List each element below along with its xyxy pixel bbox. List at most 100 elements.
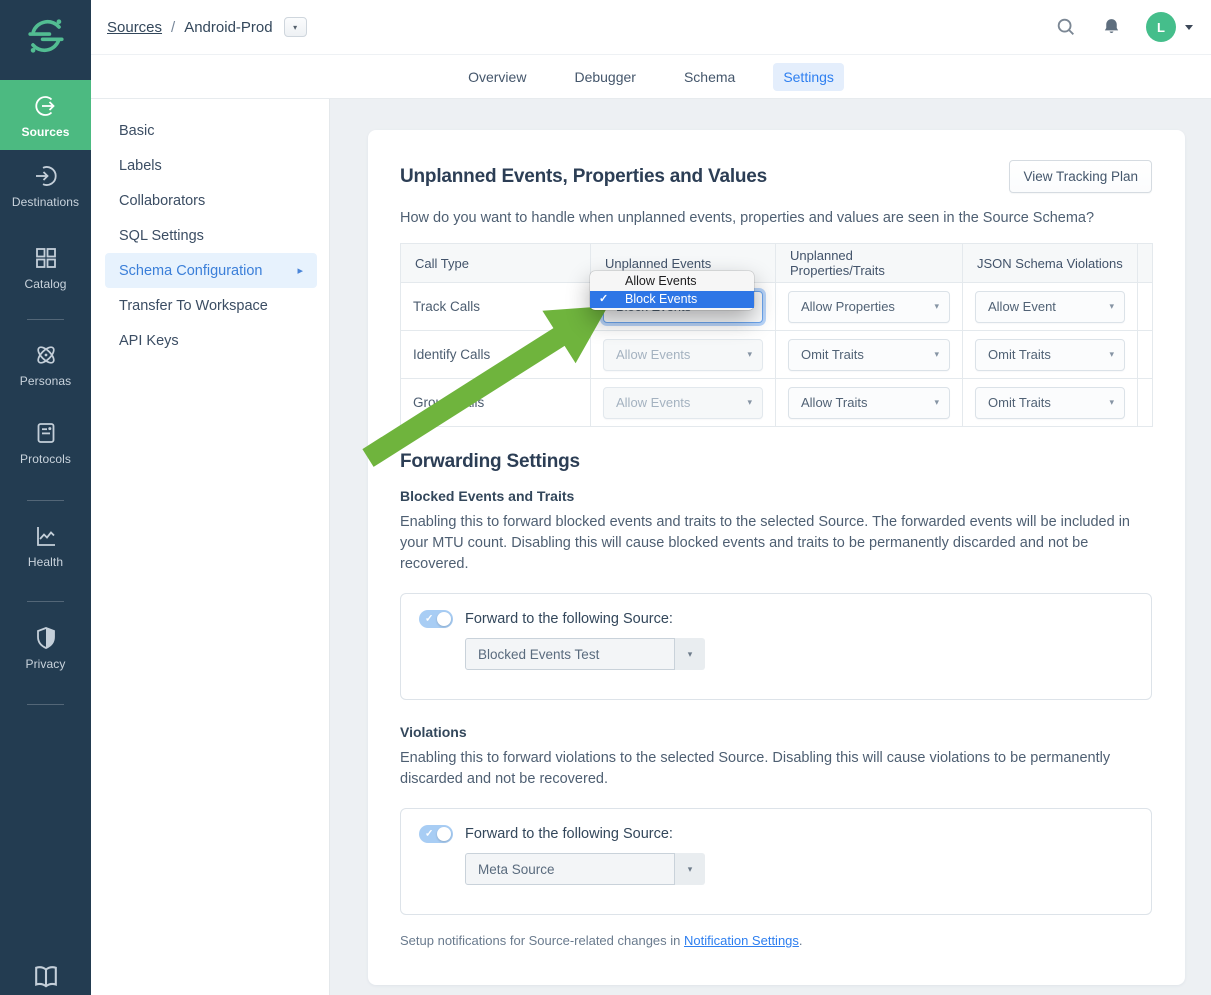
protocols-icon <box>33 420 59 446</box>
table-row: Track Calls Block Events ▾ Allow Propert… <box>401 283 1153 331</box>
toggle-knob <box>437 827 451 841</box>
user-menu[interactable]: L <box>1146 12 1193 42</box>
unplanned-properties-select[interactable]: Allow Properties ▾ <box>788 291 950 323</box>
page-title: Unplanned Events, Properties and Values <box>400 160 767 188</box>
option-label: Allow Events <box>625 274 697 288</box>
privacy-icon <box>33 625 59 651</box>
violations-source-select[interactable]: Meta Source ▾ <box>465 853 1133 885</box>
book-icon <box>31 962 61 992</box>
source-tabs: Overview Debugger Schema Settings <box>91 55 1211 99</box>
json-violations-select[interactable]: Omit Traits ▾ <box>975 387 1125 419</box>
caret-down-icon <box>1185 25 1193 30</box>
sidebar-item-docs[interactable] <box>0 962 91 992</box>
subnav-item-transfer-to-workspace[interactable]: Transfer To Workspace <box>105 288 317 323</box>
settings-subnav: Basic Labels Collaborators SQL Settings … <box>91 99 330 995</box>
tab-overview[interactable]: Overview <box>458 63 536 91</box>
check-icon: ✓ <box>425 828 433 839</box>
dropdown-option-allow-events[interactable]: Allow Events <box>590 273 754 291</box>
sidebar-item-label: Health <box>28 555 63 569</box>
option-label: Block Events <box>625 292 697 306</box>
health-icon <box>33 523 59 549</box>
select-value: Allow Properties <box>801 299 895 314</box>
forward-toggle-label: Forward to the following Source: <box>465 611 673 627</box>
caret-down-icon: ▾ <box>1109 301 1114 312</box>
sidebar-item-health[interactable]: Health <box>0 523 91 569</box>
subnav-item-labels[interactable]: Labels <box>105 148 317 183</box>
tab-settings[interactable]: Settings <box>773 63 844 91</box>
sidebar-divider <box>27 500 64 501</box>
column-header-unplanned-properties: Unplanned Properties/Traits <box>776 244 963 283</box>
unplanned-events-select[interactable]: Allow Events ▾ <box>603 339 763 371</box>
sidebar-item-personas[interactable]: Personas <box>0 342 91 388</box>
sidebar-item-sources[interactable]: Sources <box>0 80 91 150</box>
tab-debugger[interactable]: Debugger <box>564 63 646 91</box>
select-value: Blocked Events Test <box>465 638 675 670</box>
caret-down-icon: ▾ <box>675 853 705 885</box>
breadcrumb-separator: / <box>171 19 175 36</box>
sidebar-item-catalog[interactable]: Catalog <box>0 245 91 291</box>
subnav-item-sql-settings[interactable]: SQL Settings <box>105 218 317 253</box>
sidebar-item-label: Destinations <box>12 195 79 209</box>
select-value: Allow Traits <box>801 395 867 410</box>
table-header-row: Call Type Unplanned Events Unplanned Pro… <box>401 244 1153 283</box>
sources-icon <box>33 93 59 119</box>
unplanned-events-dropdown-menu: Allow Events ✓ Block Events <box>590 271 754 310</box>
sidebar-item-protocols[interactable]: Protocols <box>0 420 91 466</box>
select-value: Allow Event <box>988 299 1056 314</box>
forward-toggle[interactable]: ✓ <box>419 825 453 843</box>
select-value: Allow Events <box>616 395 690 410</box>
subnav-item-basic[interactable]: Basic <box>105 113 317 148</box>
destinations-icon <box>33 163 59 189</box>
column-header-call-type: Call Type <box>401 244 591 283</box>
footnote-period: . <box>799 933 803 948</box>
caret-down-icon: ▾ <box>934 301 939 312</box>
source-switcher-button[interactable]: ▾ <box>284 17 307 37</box>
breadcrumb-current: Android-Prod <box>184 19 272 36</box>
column-header-empty <box>1138 244 1153 283</box>
breadcrumb-sources-link[interactable]: Sources <box>107 19 162 36</box>
subnav-item-schema-configuration[interactable]: Schema Configuration ▸ <box>105 253 317 288</box>
select-value: Omit Traits <box>801 347 864 362</box>
dropdown-option-block-events[interactable]: ✓ Block Events <box>590 291 754 309</box>
select-value: Allow Events <box>616 347 690 362</box>
avatar[interactable]: L <box>1146 12 1176 42</box>
blocked-events-description: Enabling this to forward blocked events … <box>400 512 1140 575</box>
search-icon[interactable] <box>1055 16 1077 38</box>
check-icon: ✓ <box>425 613 433 624</box>
subnav-item-collaborators[interactable]: Collaborators <box>105 183 317 218</box>
json-violations-select[interactable]: Omit Traits ▾ <box>975 339 1125 371</box>
caret-down-icon: ▾ <box>934 397 939 408</box>
notifications-bell-icon[interactable] <box>1101 16 1122 38</box>
sidebar-divider <box>27 319 64 320</box>
top-bar: Sources / Android-Prod ▾ L <box>91 0 1211 55</box>
caret-down-icon: ▾ <box>934 349 939 360</box>
personas-icon <box>33 342 59 368</box>
segment-logo[interactable] <box>0 14 91 58</box>
json-violations-select[interactable]: Allow Event ▾ <box>975 291 1125 323</box>
forward-toggle[interactable]: ✓ <box>419 610 453 628</box>
sidebar-divider <box>27 704 64 705</box>
column-header-json-violations: JSON Schema Violations <box>963 244 1138 283</box>
segment-logo-icon <box>24 14 68 58</box>
unplanned-properties-select[interactable]: Allow Traits ▾ <box>788 387 950 419</box>
caret-down-icon: ▾ <box>1109 349 1114 360</box>
sidebar-divider <box>27 601 64 602</box>
sidebar-item-privacy[interactable]: Privacy <box>0 625 91 671</box>
sidebar-item-destinations[interactable]: Destinations <box>0 163 91 209</box>
caret-down-icon: ▾ <box>747 349 752 360</box>
tab-schema[interactable]: Schema <box>674 63 745 91</box>
schema-defaults-table: Call Type Unplanned Events Unplanned Pro… <box>400 243 1153 427</box>
unplanned-events-select[interactable]: Allow Events ▾ <box>603 387 763 419</box>
table-row: Identify Calls Allow Events ▾ Omit Trait… <box>401 331 1153 379</box>
blocked-source-select[interactable]: Blocked Events Test ▾ <box>465 638 1133 670</box>
subnav-item-api-keys[interactable]: API Keys <box>105 323 317 358</box>
main-content: Unplanned Events, Properties and Values … <box>330 99 1211 995</box>
sidebar-item-label: Personas <box>20 374 72 388</box>
sidebar-item-label: Catalog <box>24 277 66 291</box>
select-value: Meta Source <box>465 853 675 885</box>
notification-settings-link[interactable]: Notification Settings <box>684 933 799 948</box>
submenu-arrow-icon: ▸ <box>297 264 303 277</box>
unplanned-properties-select[interactable]: Omit Traits ▾ <box>788 339 950 371</box>
caret-down-icon: ▾ <box>293 23 297 32</box>
view-tracking-plan-button[interactable]: View Tracking Plan <box>1009 160 1152 193</box>
